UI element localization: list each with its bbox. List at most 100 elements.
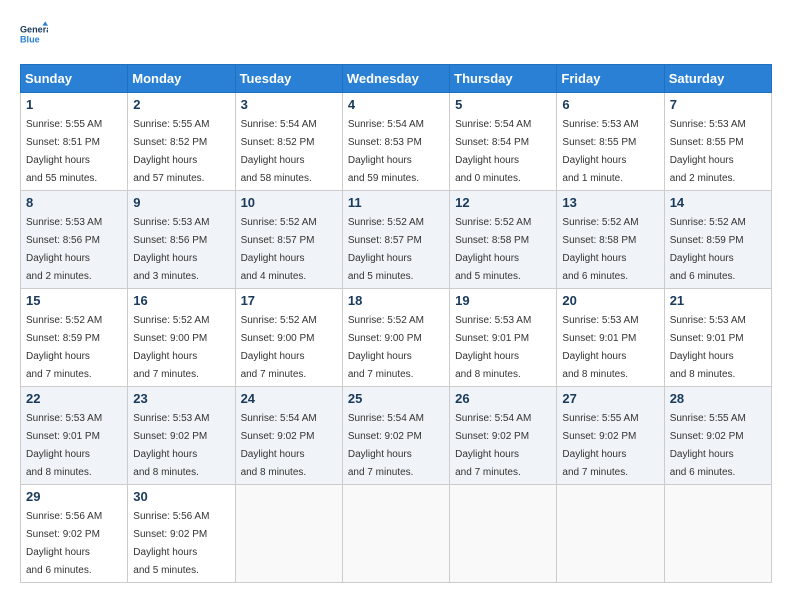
weekday-header: Wednesday [342, 65, 449, 93]
day-detail: Sunrise: 5:52 AMSunset: 9:00 PMDaylight … [241, 315, 317, 380]
calendar-day-cell: 8 Sunrise: 5:53 AMSunset: 8:56 PMDayligh… [21, 191, 128, 289]
day-detail: Sunrise: 5:54 AMSunset: 9:02 PMDaylight … [455, 413, 531, 478]
day-detail: Sunrise: 5:52 AMSunset: 8:59 PMDaylight … [26, 315, 102, 380]
day-detail: Sunrise: 5:52 AMSunset: 9:00 PMDaylight … [348, 315, 424, 380]
day-detail: Sunrise: 5:52 AMSunset: 9:00 PMDaylight … [133, 315, 209, 380]
calendar-day-cell: 20 Sunrise: 5:53 AMSunset: 9:01 PMDaylig… [557, 289, 664, 387]
day-number: 14 [670, 195, 766, 210]
calendar-day-cell: 9 Sunrise: 5:53 AMSunset: 8:56 PMDayligh… [128, 191, 235, 289]
weekday-header: Tuesday [235, 65, 342, 93]
day-number: 6 [562, 97, 658, 112]
day-number: 24 [241, 391, 337, 406]
calendar-day-cell: 16 Sunrise: 5:52 AMSunset: 9:00 PMDaylig… [128, 289, 235, 387]
day-number: 16 [133, 293, 229, 308]
day-detail: Sunrise: 5:56 AMSunset: 9:02 PMDaylight … [133, 511, 209, 576]
day-number: 17 [241, 293, 337, 308]
svg-text:Blue: Blue [20, 34, 40, 44]
calendar-day-cell: 1 Sunrise: 5:55 AMSunset: 8:51 PMDayligh… [21, 93, 128, 191]
calendar-day-cell: 4 Sunrise: 5:54 AMSunset: 8:53 PMDayligh… [342, 93, 449, 191]
day-number: 28 [670, 391, 766, 406]
day-number: 4 [348, 97, 444, 112]
day-detail: Sunrise: 5:53 AMSunset: 8:55 PMDaylight … [562, 119, 638, 184]
svg-text:General: General [20, 25, 48, 35]
calendar-day-cell: 30 Sunrise: 5:56 AMSunset: 9:02 PMDaylig… [128, 485, 235, 583]
day-number: 27 [562, 391, 658, 406]
calendar-day-cell: 22 Sunrise: 5:53 AMSunset: 9:01 PMDaylig… [21, 387, 128, 485]
day-number: 2 [133, 97, 229, 112]
calendar-day-cell [450, 485, 557, 583]
day-detail: Sunrise: 5:53 AMSunset: 8:55 PMDaylight … [670, 119, 746, 184]
calendar-day-cell: 7 Sunrise: 5:53 AMSunset: 8:55 PMDayligh… [664, 93, 771, 191]
calendar-body: 1 Sunrise: 5:55 AMSunset: 8:51 PMDayligh… [21, 93, 772, 583]
day-number: 1 [26, 97, 122, 112]
day-detail: Sunrise: 5:52 AMSunset: 8:57 PMDaylight … [348, 217, 424, 282]
day-number: 5 [455, 97, 551, 112]
day-detail: Sunrise: 5:53 AMSunset: 8:56 PMDaylight … [26, 217, 102, 282]
day-number: 25 [348, 391, 444, 406]
calendar-day-cell: 11 Sunrise: 5:52 AMSunset: 8:57 PMDaylig… [342, 191, 449, 289]
day-detail: Sunrise: 5:55 AMSunset: 9:02 PMDaylight … [670, 413, 746, 478]
day-detail: Sunrise: 5:52 AMSunset: 8:59 PMDaylight … [670, 217, 746, 282]
weekday-header: Friday [557, 65, 664, 93]
calendar-header-row: SundayMondayTuesdayWednesdayThursdayFrid… [21, 65, 772, 93]
day-detail: Sunrise: 5:52 AMSunset: 8:57 PMDaylight … [241, 217, 317, 282]
day-number: 15 [26, 293, 122, 308]
calendar-day-cell: 21 Sunrise: 5:53 AMSunset: 9:01 PMDaylig… [664, 289, 771, 387]
day-detail: Sunrise: 5:55 AMSunset: 9:02 PMDaylight … [562, 413, 638, 478]
day-detail: Sunrise: 5:53 AMSunset: 9:01 PMDaylight … [562, 315, 638, 380]
day-detail: Sunrise: 5:53 AMSunset: 9:01 PMDaylight … [455, 315, 531, 380]
day-number: 23 [133, 391, 229, 406]
calendar-day-cell: 18 Sunrise: 5:52 AMSunset: 9:00 PMDaylig… [342, 289, 449, 387]
calendar-day-cell: 29 Sunrise: 5:56 AMSunset: 9:02 PMDaylig… [21, 485, 128, 583]
day-number: 13 [562, 195, 658, 210]
day-detail: Sunrise: 5:53 AMSunset: 9:02 PMDaylight … [133, 413, 209, 478]
day-number: 26 [455, 391, 551, 406]
weekday-header: Saturday [664, 65, 771, 93]
calendar-day-cell [342, 485, 449, 583]
calendar-day-cell: 6 Sunrise: 5:53 AMSunset: 8:55 PMDayligh… [557, 93, 664, 191]
day-detail: Sunrise: 5:55 AMSunset: 8:52 PMDaylight … [133, 119, 209, 184]
calendar-day-cell: 26 Sunrise: 5:54 AMSunset: 9:02 PMDaylig… [450, 387, 557, 485]
page-header: General Blue [20, 20, 772, 48]
calendar-week-row: 1 Sunrise: 5:55 AMSunset: 8:51 PMDayligh… [21, 93, 772, 191]
calendar-day-cell [557, 485, 664, 583]
calendar-day-cell: 28 Sunrise: 5:55 AMSunset: 9:02 PMDaylig… [664, 387, 771, 485]
day-detail: Sunrise: 5:54 AMSunset: 9:02 PMDaylight … [241, 413, 317, 478]
calendar-day-cell [235, 485, 342, 583]
day-number: 3 [241, 97, 337, 112]
day-number: 9 [133, 195, 229, 210]
weekday-header: Thursday [450, 65, 557, 93]
calendar-day-cell: 10 Sunrise: 5:52 AMSunset: 8:57 PMDaylig… [235, 191, 342, 289]
calendar-day-cell: 17 Sunrise: 5:52 AMSunset: 9:00 PMDaylig… [235, 289, 342, 387]
day-number: 12 [455, 195, 551, 210]
day-detail: Sunrise: 5:53 AMSunset: 8:56 PMDaylight … [133, 217, 209, 282]
day-detail: Sunrise: 5:53 AMSunset: 9:01 PMDaylight … [26, 413, 102, 478]
day-detail: Sunrise: 5:54 AMSunset: 9:02 PMDaylight … [348, 413, 424, 478]
logo: General Blue [20, 20, 48, 48]
day-detail: Sunrise: 5:54 AMSunset: 8:54 PMDaylight … [455, 119, 531, 184]
day-detail: Sunrise: 5:54 AMSunset: 8:53 PMDaylight … [348, 119, 424, 184]
calendar-day-cell: 5 Sunrise: 5:54 AMSunset: 8:54 PMDayligh… [450, 93, 557, 191]
calendar-table: SundayMondayTuesdayWednesdayThursdayFrid… [20, 64, 772, 583]
calendar-day-cell: 24 Sunrise: 5:54 AMSunset: 9:02 PMDaylig… [235, 387, 342, 485]
calendar-day-cell: 25 Sunrise: 5:54 AMSunset: 9:02 PMDaylig… [342, 387, 449, 485]
calendar-day-cell: 2 Sunrise: 5:55 AMSunset: 8:52 PMDayligh… [128, 93, 235, 191]
calendar-day-cell: 15 Sunrise: 5:52 AMSunset: 8:59 PMDaylig… [21, 289, 128, 387]
day-detail: Sunrise: 5:52 AMSunset: 8:58 PMDaylight … [455, 217, 531, 282]
calendar-day-cell: 27 Sunrise: 5:55 AMSunset: 9:02 PMDaylig… [557, 387, 664, 485]
calendar-day-cell [664, 485, 771, 583]
day-detail: Sunrise: 5:52 AMSunset: 8:58 PMDaylight … [562, 217, 638, 282]
day-number: 18 [348, 293, 444, 308]
day-detail: Sunrise: 5:54 AMSunset: 8:52 PMDaylight … [241, 119, 317, 184]
day-detail: Sunrise: 5:53 AMSunset: 9:01 PMDaylight … [670, 315, 746, 380]
weekday-header: Monday [128, 65, 235, 93]
day-number: 8 [26, 195, 122, 210]
day-number: 7 [670, 97, 766, 112]
day-number: 30 [133, 489, 229, 504]
day-number: 19 [455, 293, 551, 308]
day-number: 10 [241, 195, 337, 210]
calendar-day-cell: 14 Sunrise: 5:52 AMSunset: 8:59 PMDaylig… [664, 191, 771, 289]
logo-icon: General Blue [20, 20, 48, 48]
day-number: 22 [26, 391, 122, 406]
day-number: 11 [348, 195, 444, 210]
